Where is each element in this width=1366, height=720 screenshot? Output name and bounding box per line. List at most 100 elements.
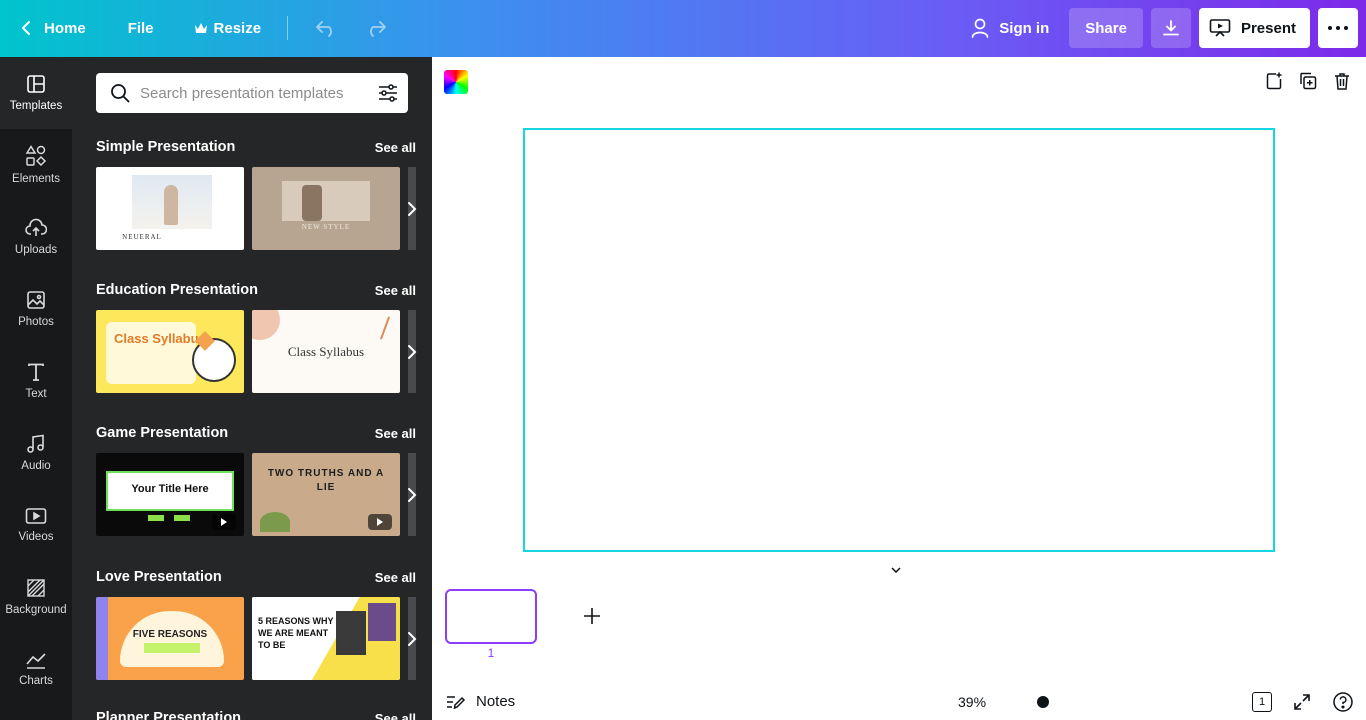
section-title: Education Presentation: [96, 282, 258, 298]
chevron-right-icon: [408, 632, 417, 646]
see-all-link[interactable]: See all: [375, 140, 416, 155]
template-thumbnail[interactable]: FIVE REASONS: [96, 597, 244, 680]
add-page-button[interactable]: [582, 606, 602, 626]
template-thumbnail[interactable]: Your Title Here: [96, 453, 244, 536]
color-picker-button[interactable]: [444, 70, 468, 94]
home-button[interactable]: Home: [8, 8, 98, 48]
thumbnail-title: TWO TRUTHS AND A LIE: [267, 468, 385, 493]
video-play-icon: [368, 514, 392, 530]
rail-item-uploads[interactable]: Uploads: [0, 201, 72, 273]
photos-icon: [26, 290, 46, 310]
download-button[interactable]: [1150, 8, 1191, 48]
crown-icon: [194, 22, 208, 34]
add-page-icon[interactable]: [1262, 69, 1286, 93]
resize-label: Resize: [213, 19, 262, 37]
section-simple-presentation: Simple Presentation See all NEUERAL NEW …: [96, 137, 417, 250]
rail-label: Background: [5, 604, 67, 616]
hide-pages-chevron-icon[interactable]: [891, 565, 901, 576]
template-thumbnail[interactable]: NEUERAL: [96, 167, 244, 250]
carousel-next-button[interactable]: [402, 338, 422, 366]
chevron-right-icon: [408, 202, 417, 216]
download-icon: [1162, 19, 1180, 37]
chevron-left-icon: [20, 20, 32, 36]
present-label: Present: [1240, 19, 1296, 37]
help-icon[interactable]: [1332, 691, 1354, 713]
section-planner-presentation: Planner Presentation See all: [96, 708, 416, 720]
present-button[interactable]: Present: [1198, 8, 1310, 48]
section-education-presentation: Education Presentation See all Class Syl…: [96, 280, 417, 393]
see-all-link[interactable]: See all: [375, 426, 416, 441]
notes-label: Notes: [476, 693, 516, 710]
more-horizontal-icon: [1328, 26, 1348, 30]
rail-label: Uploads: [14, 244, 58, 256]
sign-in-button[interactable]: Sign in: [959, 8, 1061, 48]
rail-item-background[interactable]: Background: [0, 561, 72, 633]
template-thumbnail[interactable]: NEW STYLE: [252, 167, 400, 250]
plus-icon: [584, 608, 600, 624]
carousel-next-button[interactable]: [402, 625, 422, 653]
page-number-label: 1: [487, 646, 495, 660]
page-count-button[interactable]: 1: [1252, 691, 1272, 712]
rail-label: Videos: [18, 531, 54, 543]
thumbnail-title: Class Syllabus: [287, 344, 365, 359]
rail-item-elements[interactable]: Elements: [0, 129, 72, 201]
share-button[interactable]: Share: [1069, 8, 1143, 48]
redo-button[interactable]: [356, 8, 396, 48]
section-game-presentation: Game Presentation See all Your Title Her…: [96, 423, 417, 536]
rail-item-audio[interactable]: Audio: [0, 417, 72, 489]
video-play-icon: [212, 514, 236, 530]
videos-icon: [25, 507, 47, 525]
thumbnail-title: Class Syllabus: [114, 331, 206, 346]
thumbnail-title: FIVE REASONS: [132, 629, 208, 640]
search-icon: [110, 83, 130, 103]
template-thumbnail[interactable]: Class Syllabus: [96, 310, 244, 393]
rail-label: Elements: [12, 173, 60, 185]
slide-canvas[interactable]: [523, 128, 1275, 552]
thumbnail-title: NEUERAL: [122, 233, 162, 241]
search-input[interactable]: [140, 84, 360, 102]
see-all-link[interactable]: See all: [375, 570, 416, 585]
share-label: Share: [1085, 19, 1127, 37]
home-label: Home: [44, 19, 86, 37]
filter-icon[interactable]: [378, 84, 398, 102]
rail-label: Charts: [19, 675, 53, 687]
file-menu-button[interactable]: File: [116, 8, 166, 48]
see-all-link[interactable]: See all: [375, 711, 416, 720]
notes-icon: [446, 694, 466, 710]
canvas-area: 1 Notes 39% 1: [432, 57, 1366, 720]
rail-item-videos[interactable]: Videos: [0, 489, 72, 561]
template-thumbnail[interactable]: 5 REASONS WHY WE ARE MEANT TO BE: [252, 597, 400, 680]
template-search-box[interactable]: [96, 73, 408, 113]
carousel-next-button[interactable]: [402, 481, 422, 509]
rail-item-photos[interactable]: Photos: [0, 273, 72, 345]
file-label: File: [127, 19, 154, 37]
template-thumbnail[interactable]: TWO TRUTHS AND A LIE: [252, 453, 400, 536]
more-options-button[interactable]: [1318, 8, 1358, 48]
notes-button[interactable]: Notes: [446, 693, 515, 710]
template-thumbnail[interactable]: Class Syllabus: [252, 310, 400, 393]
carousel-next-button[interactable]: [402, 195, 422, 223]
rail-label: Templates: [9, 100, 63, 112]
resize-button[interactable]: Resize: [182, 8, 274, 48]
present-icon: [1209, 18, 1231, 38]
zoom-level[interactable]: 39%: [958, 694, 986, 710]
templates-icon: [26, 74, 46, 94]
duplicate-page-icon[interactable]: [1296, 69, 1320, 93]
zoom-slider-handle[interactable]: [1037, 695, 1049, 708]
page-count-value: 1: [1258, 695, 1266, 708]
fullscreen-icon[interactable]: [1292, 692, 1312, 712]
thumbnail-title: 5 REASONS WHY WE ARE MEANT TO BE: [258, 616, 334, 650]
rail-item-charts[interactable]: Charts: [0, 633, 72, 705]
rail-label: Text: [25, 388, 47, 400]
undo-button[interactable]: [306, 8, 346, 48]
see-all-link[interactable]: See all: [375, 283, 416, 298]
templates-panel: Simple Presentation See all NEUERAL NEW …: [72, 57, 432, 720]
rail-item-text[interactable]: Text: [0, 345, 72, 417]
delete-page-icon[interactable]: [1330, 69, 1354, 93]
page-thumbnail[interactable]: [445, 589, 537, 644]
thumbnail-title: Your Title Here: [131, 483, 209, 495]
rail-label: Photos: [18, 316, 54, 328]
bottom-bar: Notes 39% 1: [432, 683, 1366, 720]
rail-item-templates[interactable]: Templates: [0, 57, 72, 129]
elements-icon: [25, 145, 47, 167]
